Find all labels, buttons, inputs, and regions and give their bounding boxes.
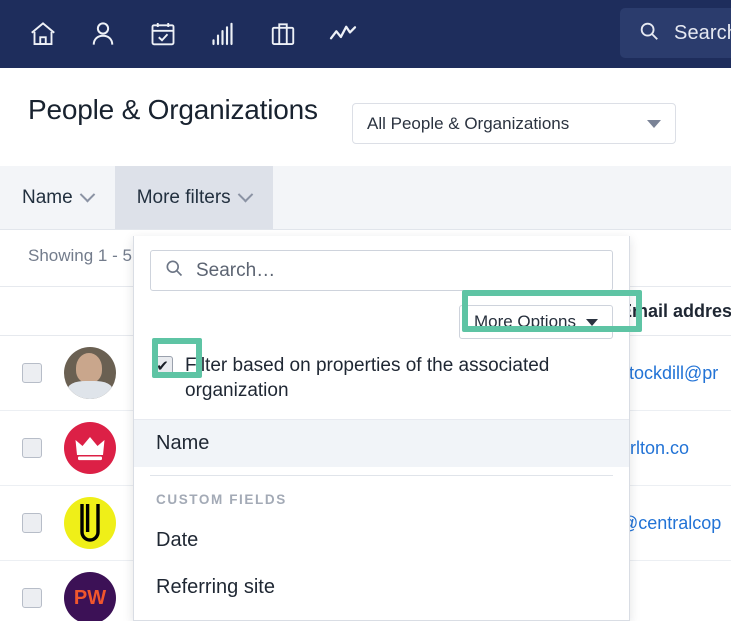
avatar-initials: PW [73,586,107,609]
page-title: People & Organizations [28,94,318,125]
associated-org-checkbox[interactable]: ✔ [152,356,173,377]
filter-option-referring-site[interactable]: Referring site [134,564,629,611]
avatar [64,422,116,474]
home-icon[interactable] [26,17,60,51]
row-select-cell[interactable] [0,438,64,458]
trend-line-icon[interactable] [326,17,360,51]
row-select-cell[interactable] [0,513,64,533]
paperclip-icon [80,504,100,542]
column-header-email: Email address [620,301,731,321]
filter-option-name-label: Name [156,432,210,455]
chevron-down-icon [647,119,661,128]
filter-option-referring-site-label: Referring site [156,576,275,599]
filter-tab-bar: Name More filters [0,166,731,230]
more-filters-dropdown-panel: Search… More Options ✔ Filter based on p… [133,236,630,621]
tab-more-filters-label: More filters [136,186,231,208]
person-icon[interactable] [86,17,120,51]
tab-name-label: Name [22,186,73,208]
filter-option-date[interactable]: Date [134,517,629,564]
associated-org-checkbox-label: Filter based on properties of the associ… [185,355,550,402]
search-icon [638,20,660,47]
row-select-cell[interactable] [0,363,64,383]
filter-search-placeholder: Search… [196,259,276,281]
associated-org-filter-row[interactable]: ✔ Filter based on properties of the asso… [134,345,629,421]
filter-option-date-label: Date [156,529,199,552]
crown-icon [75,437,105,461]
tab-more-filters[interactable]: More filters [114,166,273,229]
row-checkbox[interactable] [22,513,42,533]
global-search-input[interactable]: Search [620,8,731,58]
scope-select-dropdown[interactable]: All People & Organizations [352,103,676,144]
avatar [64,497,116,549]
more-options-row: More Options [134,291,629,345]
caret-down-icon [586,318,598,326]
search-icon [164,258,184,283]
filter-search-wrapper: Search… [134,236,629,291]
app-root: Search People & Organizations All People… [0,0,731,621]
calendar-check-icon[interactable] [146,17,180,51]
scope-select-value: All People & Organizations [367,113,570,133]
filter-option-industry-sector[interactable]: Industry Sector [134,611,629,620]
chevron-down-icon [79,186,95,203]
divider [150,475,613,477]
filter-option-name[interactable]: Name [134,420,629,468]
avatar [64,347,116,399]
row-select-cell[interactable] [0,588,64,608]
filter-search-input[interactable]: Search… [150,250,613,291]
briefcase-icon[interactable] [266,17,300,51]
bar-chart-icon[interactable] [206,17,240,51]
results-count-text: Showing 1 - 5 [28,246,132,265]
row-checkbox[interactable] [22,438,42,458]
top-navigation-bar: Search [0,0,731,68]
chevron-down-icon [237,186,253,203]
custom-fields-group-header: CUSTOM FIELDS [156,492,287,508]
avatar: PW [64,572,116,621]
row-checkbox[interactable] [22,363,42,383]
row-checkbox[interactable] [22,588,42,608]
nav-icon-group [0,17,360,51]
row-email[interactable]: @centralcop [620,513,721,534]
global-search-label: Search [674,21,731,44]
tab-name[interactable]: Name [0,166,115,229]
more-options-label: More Options [473,312,576,331]
row-email[interactable]: arlton.co [620,438,689,459]
row-email[interactable]: stockdill@pr [620,363,718,384]
more-options-button[interactable]: More Options [458,305,613,339]
